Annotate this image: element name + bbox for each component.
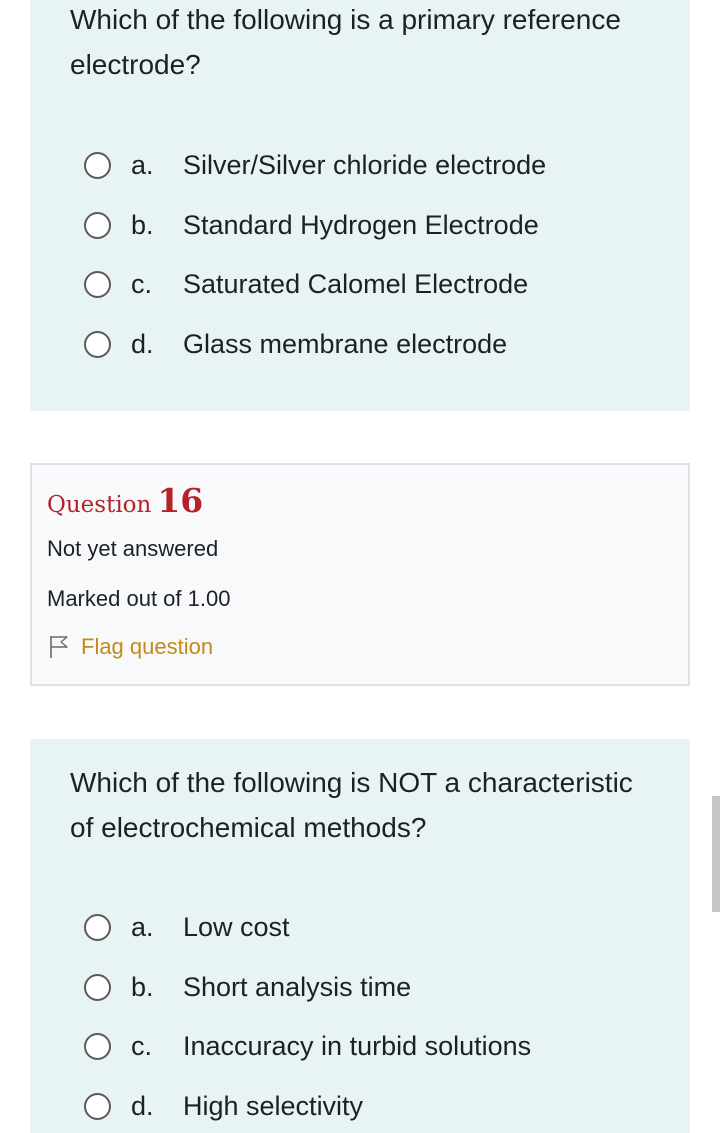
radio-button[interactable] bbox=[84, 1033, 111, 1061]
answer-text: High selectivity bbox=[183, 1090, 364, 1121]
radio-button[interactable] bbox=[84, 152, 111, 180]
answer-text: Saturated Calomel Electrode bbox=[183, 269, 529, 300]
answer-text: Low cost bbox=[183, 912, 290, 943]
question-16-answers: a. Low cost b. Short analysis time c. In… bbox=[70, 898, 650, 1133]
answer-text: Standard Hydrogen Electrode bbox=[183, 209, 539, 240]
answer-letter: a. bbox=[131, 912, 154, 943]
answer-text: Short analysis time bbox=[183, 971, 412, 1002]
answer-option-d[interactable]: d. High selectivity bbox=[70, 1077, 650, 1133]
answer-option-c[interactable]: c. Saturated Calomel Electrode bbox=[70, 255, 650, 315]
answer-text: Silver/Silver chloride electrode bbox=[183, 150, 547, 181]
answer-letter: a. bbox=[131, 150, 154, 181]
question-15-prompt: Which of the following is a primary refe… bbox=[70, 4, 621, 80]
question-16-content: Which of the following is NOT a characte… bbox=[30, 739, 690, 1133]
radio-button[interactable] bbox=[84, 330, 111, 358]
question-marks: Marked out of 1.00 bbox=[47, 586, 231, 611]
answer-letter: d. bbox=[131, 1090, 154, 1121]
question-15-content: Which of the following is a primary refe… bbox=[30, 0, 690, 411]
question-status: Not yet answered bbox=[47, 536, 219, 561]
answer-option-d[interactable]: d. Glass membrane electrode bbox=[70, 315, 650, 375]
answer-option-a[interactable]: a. Silver/Silver chloride electrode bbox=[70, 136, 650, 196]
radio-button[interactable] bbox=[84, 973, 111, 1001]
answer-letter: d. bbox=[131, 328, 154, 359]
question-16-info: Question 16 Not yet answered Marked out … bbox=[30, 463, 690, 686]
flag-outline-icon bbox=[50, 636, 68, 658]
question-number: 16 bbox=[157, 481, 204, 520]
answer-letter: c. bbox=[131, 269, 153, 300]
radio-button[interactable] bbox=[84, 271, 111, 299]
answer-option-b[interactable]: b. Short analysis time bbox=[70, 958, 650, 1018]
flag-question-link[interactable]: Flag question bbox=[47, 634, 673, 660]
question-label: Question bbox=[47, 492, 152, 518]
answer-text: Inaccuracy in turbid solutions bbox=[183, 1031, 532, 1062]
answer-option-b[interactable]: b. Standard Hydrogen Electrode bbox=[70, 196, 650, 256]
answer-letter: b. bbox=[131, 971, 154, 1002]
radio-button[interactable] bbox=[84, 1092, 111, 1120]
radio-button[interactable] bbox=[84, 914, 111, 942]
flag-question-label: Flag question bbox=[81, 634, 214, 659]
answer-option-c[interactable]: c. Inaccuracy in turbid solutions bbox=[70, 1017, 650, 1077]
answer-letter: c. bbox=[131, 1031, 153, 1062]
scrollbar-thumb[interactable] bbox=[712, 796, 720, 912]
question-number-heading: Question 16 bbox=[47, 481, 673, 520]
radio-button[interactable] bbox=[84, 211, 111, 239]
question-15-answers: a. Silver/Silver chloride electrode b. S… bbox=[70, 136, 650, 374]
answer-text: Glass membrane electrode bbox=[183, 328, 508, 359]
question-16-prompt: Which of the following is NOT a characte… bbox=[70, 767, 633, 843]
answer-letter: b. bbox=[131, 209, 154, 240]
quiz-page: Which of the following is a primary refe… bbox=[0, 0, 720, 1133]
answer-option-a[interactable]: a. Low cost bbox=[70, 898, 650, 958]
